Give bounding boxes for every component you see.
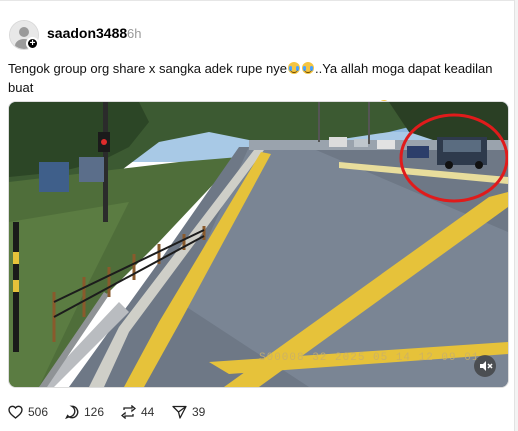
- follow-plus-icon[interactable]: +: [26, 37, 39, 50]
- share-count: 39: [192, 405, 206, 419]
- crying-face-emoji-icon: [287, 62, 300, 74]
- repost-icon: [121, 405, 136, 419]
- like-button[interactable]: 506: [8, 402, 48, 422]
- repost-button[interactable]: 44: [121, 402, 154, 422]
- dashcam-frame: [9, 102, 508, 387]
- like-count: 506: [28, 405, 49, 419]
- post-timestamp[interactable]: 6h: [127, 26, 141, 41]
- comment-count: 126: [84, 405, 105, 419]
- top-divider: [0, 0, 518, 1]
- comment-icon: [65, 405, 79, 419]
- repost-count: 44: [141, 405, 155, 419]
- dashcam-watermark: S00008 32 2025 05 14 12 09 01: [259, 352, 480, 364]
- crying-face-emoji-icon: [301, 62, 314, 74]
- speaker-muted-icon[interactable]: [474, 355, 496, 377]
- post-video[interactable]: S00008 32 2025 05 14 12 09 01: [8, 101, 509, 388]
- share-button[interactable]: 39: [172, 402, 205, 422]
- comment-button[interactable]: 126: [65, 402, 104, 422]
- heart-icon: [8, 405, 23, 419]
- post-username[interactable]: saadon3488: [47, 25, 127, 41]
- scrollbar[interactable]: [514, 0, 518, 431]
- send-icon: [172, 405, 187, 419]
- caption-text-line1: Tengok group org share x sangka adek rup…: [8, 61, 287, 76]
